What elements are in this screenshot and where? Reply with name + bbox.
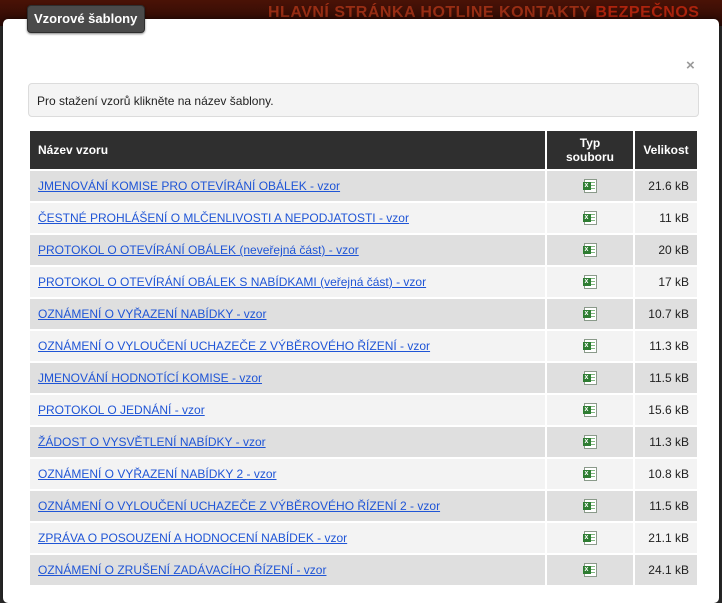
excel-file-icon[interactable] [582, 371, 597, 386]
cell-type [547, 363, 633, 393]
cell-size: 24.1 kB [635, 555, 697, 585]
template-link[interactable]: OZNÁMENÍ O VYŘAZENÍ NABÍDKY 2 - vzor [38, 467, 277, 481]
cell-type [547, 299, 633, 329]
table-row: ŽÁDOST O VYSVĚTLENÍ NABÍDKY - vzor 11.3 k… [30, 427, 697, 457]
table-row: JMENOVÁNÍ HODNOTÍCÍ KOMISE - vzor 11.5 kB [30, 363, 697, 393]
template-link[interactable]: JMENOVÁNÍ KOMISE PRO OTEVÍRÁNÍ OBÁLEK - … [38, 179, 340, 193]
cell-size: 20 kB [635, 235, 697, 265]
excel-file-icon[interactable] [582, 275, 597, 290]
table-row: JMENOVÁNÍ KOMISE PRO OTEVÍRÁNÍ OBÁLEK - … [30, 171, 697, 201]
template-link[interactable]: PROTOKOL O JEDNÁNÍ - vzor [38, 403, 205, 417]
cell-type [547, 555, 633, 585]
info-box: Pro stažení vzorů klikněte na název šabl… [28, 83, 699, 117]
cell-name: OZNÁMENÍ O VYLOUČENÍ UCHAZEČE Z VÝBĚROVÉ… [30, 331, 545, 361]
template-link[interactable]: ZPRÁVA O POSOUZENÍ A HODNOCENÍ NABÍDEK -… [38, 531, 347, 545]
cell-type [547, 171, 633, 201]
cell-type [547, 427, 633, 457]
cell-type [547, 203, 633, 233]
table-row: PROTOKOL O OTEVÍRÁNÍ OBÁLEK (neveřejná č… [30, 235, 697, 265]
templates-modal: × Pro stažení vzorů klikněte na název ša… [3, 19, 719, 603]
excel-file-icon[interactable] [582, 339, 597, 354]
column-header-type: Typ souboru [547, 131, 633, 169]
table-row: ČESTNÉ PROHLÁŠENÍ O MLČENLIVOSTI A NEPOD… [30, 203, 697, 233]
template-link[interactable]: ŽÁDOST O VYSVĚTLENÍ NABÍDKY - vzor [38, 435, 266, 449]
excel-file-icon[interactable] [582, 243, 597, 258]
excel-file-icon[interactable] [582, 211, 597, 226]
template-link[interactable]: PROTOKOL O OTEVÍRÁNÍ OBÁLEK S NABÍDKAMI … [38, 275, 426, 289]
cell-size: 10.7 kB [635, 299, 697, 329]
excel-file-icon[interactable] [582, 307, 597, 322]
excel-file-icon[interactable] [582, 499, 597, 514]
table-row: OZNÁMENÍ O VYŘAZENÍ NABÍDKY - vzor 10.7 k… [30, 299, 697, 329]
table-row: OZNÁMENÍ O ZRUŠENÍ ZADÁVACÍHO ŘÍZENÍ - v… [30, 555, 697, 585]
cell-size: 11.3 kB [635, 331, 697, 361]
excel-file-icon[interactable] [582, 403, 597, 418]
cell-type [547, 331, 633, 361]
template-link[interactable]: OZNÁMENÍ O VYŘAZENÍ NABÍDKY - vzor [38, 307, 266, 321]
cell-size: 17 kB [635, 267, 697, 297]
column-header-size: Velikost [635, 131, 697, 169]
cell-type [547, 267, 633, 297]
table-header-row: Název vzoru Typ souboru Velikost [30, 131, 697, 169]
excel-file-icon[interactable] [582, 531, 597, 546]
table-row: OZNÁMENÍ O VYLOUČENÍ UCHAZEČE Z VÝBĚROVÉ… [30, 331, 697, 361]
cell-type [547, 235, 633, 265]
table-row: OZNÁMENÍ O VYŘAZENÍ NABÍDKY 2 - vzor 10.8… [30, 459, 697, 489]
templates-table: Název vzoru Typ souboru Velikost JMENOVÁ… [28, 129, 699, 587]
table-row: PROTOKOL O JEDNÁNÍ - vzor 15.6 kB [30, 395, 697, 425]
table-row: OZNÁMENÍ O VYLOUČENÍ UCHAZEČE Z VÝBĚROVÉ… [30, 491, 697, 521]
excel-file-icon[interactable] [582, 563, 597, 578]
cell-name: JMENOVÁNÍ KOMISE PRO OTEVÍRÁNÍ OBÁLEK - … [30, 171, 545, 201]
cell-name: ŽÁDOST O VYSVĚTLENÍ NABÍDKY - vzor [30, 427, 545, 457]
cell-name: PROTOKOL O OTEVÍRÁNÍ OBÁLEK S NABÍDKAMI … [30, 267, 545, 297]
cell-name: OZNÁMENÍ O VYLOUČENÍ UCHAZEČE Z VÝBĚROVÉ… [30, 491, 545, 521]
cell-name: ČESTNÉ PROHLÁŠENÍ O MLČENLIVOSTI A NEPOD… [30, 203, 545, 233]
cell-name: JMENOVÁNÍ HODNOTÍCÍ KOMISE - vzor [30, 363, 545, 393]
cell-size: 11 kB [635, 203, 697, 233]
cell-size: 11.5 kB [635, 491, 697, 521]
cell-size: 21.6 kB [635, 171, 697, 201]
template-link[interactable]: OZNÁMENÍ O ZRUŠENÍ ZADÁVACÍHO ŘÍZENÍ - v… [38, 563, 326, 577]
template-link[interactable]: OZNÁMENÍ O VYLOUČENÍ UCHAZEČE Z VÝBĚROVÉ… [38, 339, 430, 353]
cell-type [547, 523, 633, 553]
close-icon[interactable]: × [686, 58, 695, 74]
excel-file-icon[interactable] [582, 435, 597, 450]
template-link[interactable]: JMENOVÁNÍ HODNOTÍCÍ KOMISE - vzor [38, 371, 262, 385]
template-link[interactable]: OZNÁMENÍ O VYLOUČENÍ UCHAZEČE Z VÝBĚROVÉ… [38, 499, 440, 513]
cell-size: 11.3 kB [635, 427, 697, 457]
modal-title: Vzorové šablony [27, 5, 146, 33]
table-row: PROTOKOL O OTEVÍRÁNÍ OBÁLEK S NABÍDKAMI … [30, 267, 697, 297]
cell-size: 21.1 kB [635, 523, 697, 553]
cell-name: ZPRÁVA O POSOUZENÍ A HODNOCENÍ NABÍDEK -… [30, 523, 545, 553]
cell-name: OZNÁMENÍ O VYŘAZENÍ NABÍDKY 2 - vzor [30, 459, 545, 489]
cell-size: 15.6 kB [635, 395, 697, 425]
excel-file-icon[interactable] [582, 467, 597, 482]
excel-file-icon[interactable] [582, 179, 597, 194]
cell-type [547, 459, 633, 489]
cell-name: PROTOKOL O JEDNÁNÍ - vzor [30, 395, 545, 425]
cell-type [547, 395, 633, 425]
cell-size: 11.5 kB [635, 363, 697, 393]
table-row: ZPRÁVA O POSOUZENÍ A HODNOCENÍ NABÍDEK -… [30, 523, 697, 553]
column-header-name: Název vzoru [30, 131, 545, 169]
cell-size: 10.8 kB [635, 459, 697, 489]
cell-name: PROTOKOL O OTEVÍRÁNÍ OBÁLEK (neveřejná č… [30, 235, 545, 265]
template-link[interactable]: ČESTNÉ PROHLÁŠENÍ O MLČENLIVOSTI A NEPOD… [38, 211, 409, 225]
cell-type [547, 491, 633, 521]
template-link[interactable]: PROTOKOL O OTEVÍRÁNÍ OBÁLEK (neveřejná č… [38, 243, 359, 257]
cell-name: OZNÁMENÍ O ZRUŠENÍ ZADÁVACÍHO ŘÍZENÍ - v… [30, 555, 545, 585]
cell-name: OZNÁMENÍ O VYŘAZENÍ NABÍDKY - vzor [30, 299, 545, 329]
